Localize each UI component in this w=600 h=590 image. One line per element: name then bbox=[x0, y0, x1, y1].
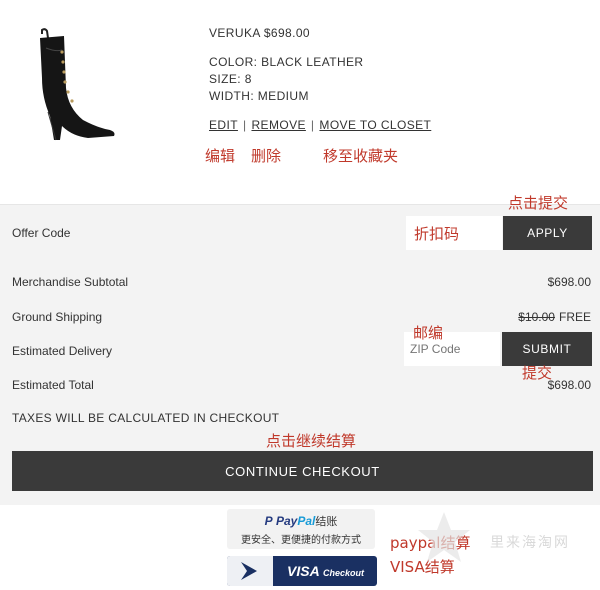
apply-button[interactable]: APPLY bbox=[503, 216, 592, 250]
submit-button[interactable]: SUBMIT bbox=[502, 332, 592, 366]
move-to-closet-link[interactable]: MOVE TO CLOSET bbox=[319, 118, 431, 132]
visa-suffix: Checkout bbox=[323, 568, 365, 578]
edit-link[interactable]: EDIT bbox=[209, 118, 238, 132]
shipping-value: $10.00 FREE bbox=[518, 310, 591, 324]
shipping-label: Ground Shipping bbox=[12, 310, 103, 324]
paypal-checkout-button[interactable]: P PayPal结账 更安全、更便捷的付款方式 bbox=[227, 509, 375, 549]
annotation-edit: 编辑 bbox=[205, 147, 236, 165]
product-color: COLOR: BLACK LEATHER bbox=[209, 55, 364, 69]
delivery-label: Estimated Delivery bbox=[12, 344, 113, 358]
visa-brand: VISA bbox=[287, 563, 320, 579]
product-name-price: VERUKA $698.00 bbox=[209, 26, 310, 40]
annotation-discount-code: 折扣码 bbox=[414, 225, 460, 243]
order-summary: Offer Code APPLY Merchandise Subtotal $6… bbox=[0, 194, 600, 505]
cart-item: VERUKA $698.00 COLOR: BLACK LEATHER SIZE… bbox=[0, 0, 600, 205]
paypal-logo-part1: Pay bbox=[275, 514, 298, 528]
annotation-zip: 邮编 bbox=[413, 324, 444, 342]
link-separator: | bbox=[310, 118, 315, 132]
chevron-right-icon bbox=[241, 562, 257, 580]
paypal-logo-part2: Pal bbox=[297, 514, 316, 528]
annotation-move: 移至收藏夹 bbox=[323, 147, 399, 165]
shipping-free: FREE bbox=[558, 310, 591, 324]
watermark-text: 里来海淘网 bbox=[490, 535, 570, 551]
boot-product-image[interactable] bbox=[28, 28, 118, 143]
continue-checkout-button[interactable]: CONTINUE CHECKOUT bbox=[12, 451, 593, 491]
paypal-logo-suffix: 结账 bbox=[315, 515, 338, 528]
paypal-tagline: 更安全、更便捷的付款方式 bbox=[241, 535, 361, 546]
total-label: Estimated Total bbox=[12, 378, 94, 392]
merch-subtotal-label: Merchandise Subtotal bbox=[12, 275, 129, 289]
visa-checkout-button[interactable]: VISA Checkout bbox=[227, 556, 377, 586]
offer-code-label: Offer Code bbox=[12, 226, 71, 240]
remove-link[interactable]: REMOVE bbox=[251, 118, 305, 132]
visa-chevron-panel bbox=[227, 556, 273, 586]
product-width: WIDTH: MEDIUM bbox=[209, 89, 309, 103]
annotation-submit: 提交 bbox=[522, 364, 553, 382]
shipping-old-price: $10.00 bbox=[518, 310, 555, 324]
product-info: VERUKA $698.00 COLOR: BLACK LEATHER SIZE… bbox=[209, 26, 363, 105]
product-size: SIZE: 8 bbox=[209, 72, 252, 86]
visa-logo: VISA Checkout bbox=[287, 563, 364, 579]
total-value: $698.00 bbox=[547, 378, 591, 392]
link-separator: | bbox=[242, 118, 247, 132]
taxes-note: TAXES WILL BE CALCULATED IN CHECKOUT bbox=[12, 411, 280, 425]
paypal-p-icon: P bbox=[264, 514, 273, 528]
annotation-remove: 删除 bbox=[251, 147, 282, 165]
annotation-click-submit: 点击提交 bbox=[508, 194, 569, 212]
annotation-continue: 点击继续结算 bbox=[266, 432, 357, 450]
watermark-star-icon bbox=[418, 512, 470, 562]
item-actions: EDIT | REMOVE | MOVE TO CLOSET bbox=[209, 118, 431, 132]
merch-subtotal-value: $698.00 bbox=[547, 275, 591, 289]
paypal-logo: P PayPal结账 bbox=[227, 513, 375, 529]
